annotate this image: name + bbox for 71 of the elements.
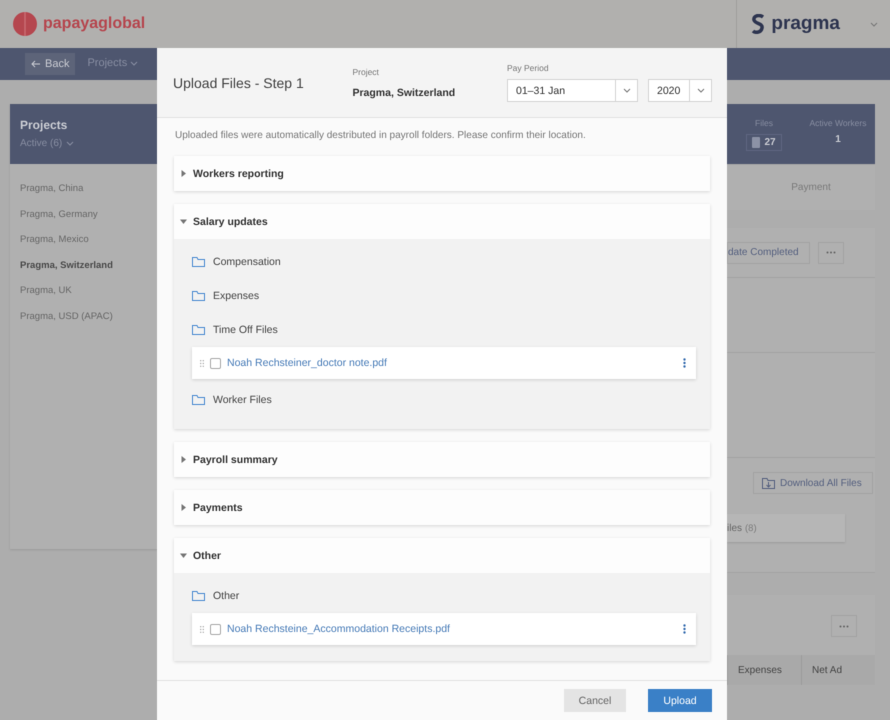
section-toggle[interactable]: Payroll summary — [174, 442, 710, 477]
status-button[interactable]: date Completed — [727, 242, 810, 264]
field-label: Project — [352, 66, 380, 76]
file-link[interactable]: Noah Rechsteine_Accommodation Receipts.pdf — [227, 623, 677, 635]
arrow-left-icon — [31, 60, 41, 68]
chevron-down-icon — [66, 141, 74, 146]
file-checkbox[interactable] — [210, 624, 221, 634]
dialog-title: Upload Files - Step 1 — [173, 74, 305, 90]
folder-icon — [192, 325, 205, 335]
document-icon — [752, 137, 760, 148]
file-link[interactable]: Noah Rechsteiner_doctor note.pdf — [227, 357, 677, 369]
filter-dropdown[interactable]: Active (6) — [20, 138, 150, 149]
caret-right-icon — [180, 504, 187, 511]
stat-label: Active Workers — [810, 118, 866, 128]
panel-title: Projects — [20, 118, 68, 132]
project-item[interactable]: Pragma, Germany — [10, 202, 160, 227]
folder-name[interactable]: Worker Files — [213, 394, 272, 406]
project-item[interactable]: Pragma, Mexico — [10, 227, 160, 252]
section-toggle[interactable]: Other — [174, 538, 710, 573]
chevron-down-icon — [622, 88, 630, 93]
project-item[interactable]: Pragma, Switzerland — [10, 252, 160, 278]
caret-right-icon — [180, 456, 187, 463]
upload-button[interactable]: Upload — [648, 689, 712, 712]
project-item[interactable]: Pragma, USD (APAC) — [10, 304, 160, 329]
folder-icon — [192, 257, 205, 267]
folder-name[interactable]: Other — [213, 590, 240, 602]
caret-right-icon — [180, 170, 187, 177]
file-checkbox[interactable] — [210, 358, 221, 368]
drag-handle-icon[interactable] — [200, 626, 204, 632]
year-select[interactable]: 2020 — [648, 79, 712, 102]
instructions-text: Uploaded files were automatically destributed in payroll folders. Please confirm their location. — [175, 130, 587, 141]
column-header: Net Ad — [801, 655, 875, 685]
client-name: pragma — [771, 13, 840, 35]
more-button[interactable] — [818, 242, 844, 264]
logo-icon — [12, 11, 38, 37]
caret-down-icon — [180, 552, 187, 559]
project-name: Pragma, Switzerland — [352, 86, 456, 98]
chevron-down-icon — [696, 88, 704, 93]
logo-text: papayaglobal — [43, 15, 146, 33]
folder-icon — [192, 591, 205, 601]
folder-download-icon — [762, 478, 775, 488]
project-item[interactable]: Pragma, UK — [10, 278, 160, 304]
chevron-down-icon — [130, 60, 138, 66]
folder-icon — [192, 395, 205, 405]
period-select[interactable]: 01–31 Jan — [507, 79, 638, 102]
download-all-button[interactable]: Download All Files — [753, 472, 873, 494]
chevron-down-icon — [870, 22, 878, 26]
folder-name[interactable]: Expenses — [213, 290, 260, 302]
section-toggle[interactable]: Salary updates — [174, 204, 710, 239]
client-logo-icon — [751, 14, 766, 34]
stat-label: Files — [755, 118, 773, 128]
cancel-button[interactable]: Cancel — [564, 689, 626, 712]
more-icon[interactable] — [683, 624, 686, 634]
more-button[interactable] — [831, 615, 857, 637]
more-icon[interactable] — [683, 358, 686, 368]
more-icon — [826, 251, 836, 254]
caret-down-icon — [180, 218, 187, 225]
back-button[interactable]: Back — [25, 53, 76, 75]
more-icon — [839, 624, 849, 628]
folder-name[interactable]: Compensation — [213, 256, 281, 268]
files-tab[interactable]: iles (8) — [727, 514, 845, 542]
section-toggle[interactable]: Payments — [174, 490, 710, 525]
project-item[interactable]: Pragma, China — [10, 176, 160, 202]
folder-icon — [192, 291, 205, 301]
nav-menu[interactable]: Projects — [85, 48, 140, 80]
stat-value: 27 — [764, 137, 776, 148]
field-label: Pay Period — [507, 63, 550, 73]
stat-value: 1 — [835, 134, 841, 145]
section-toggle[interactable]: Workers reporting — [174, 156, 710, 191]
folder-name[interactable]: Time Off Files — [213, 324, 278, 336]
drag-handle-icon[interactable] — [200, 360, 204, 366]
